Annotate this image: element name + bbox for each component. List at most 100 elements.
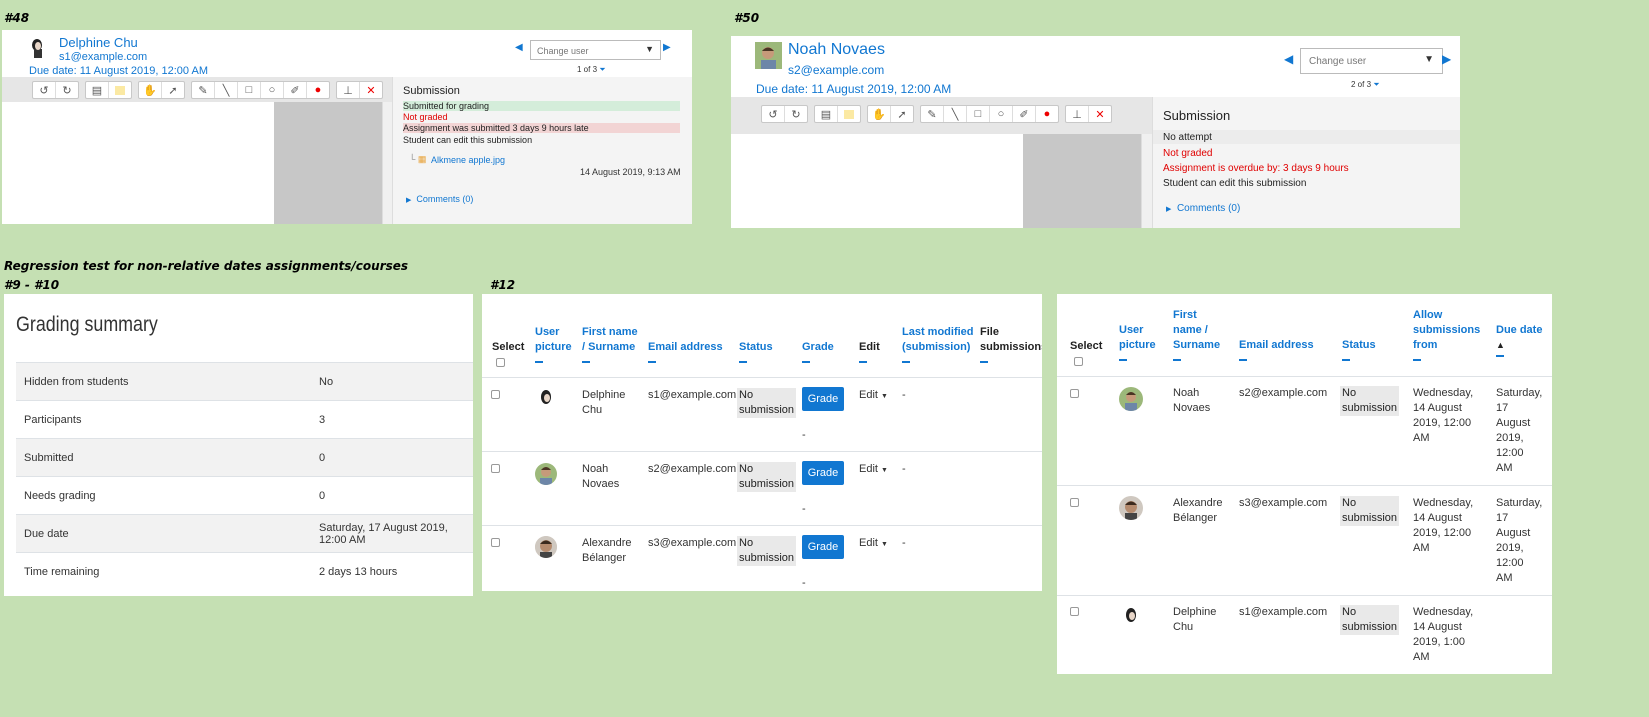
row-checkbox[interactable] <box>491 464 500 473</box>
header-grade[interactable]: Grade <box>802 340 834 363</box>
rectangle-icon[interactable]: □ <box>238 82 261 98</box>
user-name-link[interactable]: Noah Novaes <box>788 41 885 59</box>
row-checkbox[interactable] <box>1070 389 1079 398</box>
status-badge: No submission <box>737 536 797 566</box>
row-checkbox[interactable] <box>491 390 500 399</box>
email-cell: s3@example.com <box>1239 497 1328 509</box>
delete-icon[interactable]: ✕ <box>360 82 382 98</box>
comments-toggle[interactable]: ▶ Comments (0) <box>406 194 473 204</box>
select-all-checkbox[interactable] <box>496 358 505 367</box>
stamp-icon[interactable]: ⊥ <box>337 82 360 98</box>
header-email[interactable]: Email address <box>648 340 723 363</box>
comment-icon[interactable]: ▤ <box>86 82 109 98</box>
line-icon[interactable]: ╲ <box>215 82 238 98</box>
brush-icon[interactable]: ✐ <box>1013 106 1036 122</box>
collapse-icon[interactable] <box>902 361 910 363</box>
color-icon[interactable]: ● <box>1036 106 1058 122</box>
highlight-icon[interactable] <box>109 82 131 98</box>
student-name-link[interactable]: Noah Novaes <box>1173 386 1210 416</box>
redo-icon[interactable]: ↻ <box>785 106 807 122</box>
chevron-left-icon[interactable]: ◀ <box>515 42 523 53</box>
pen-icon[interactable]: ✎ <box>192 82 215 98</box>
header-email[interactable]: Email address <box>1239 338 1314 361</box>
header-user-picture[interactable]: User picture <box>1119 323 1156 361</box>
delete-icon[interactable]: ✕ <box>1089 106 1111 122</box>
grade-button[interactable]: Grade <box>802 387 844 411</box>
student-name-link[interactable]: Delphine Chu <box>582 388 625 418</box>
brush-icon[interactable]: ✐ <box>284 82 307 98</box>
row-checkbox[interactable] <box>491 538 500 547</box>
collapse-icon[interactable] <box>1496 355 1504 357</box>
chevron-right-icon[interactable]: ▶ <box>1442 52 1451 66</box>
header-label: First <box>1173 309 1197 321</box>
collapse-icon[interactable] <box>582 361 590 363</box>
collapse-icon[interactable] <box>739 361 747 363</box>
student-name-link[interactable]: Noah Novaes <box>582 462 619 492</box>
collapse-icon[interactable] <box>980 361 988 363</box>
grade-button[interactable]: Grade <box>802 461 844 485</box>
header-last-modified[interactable]: Last modified (submission) <box>902 325 974 363</box>
rectangle-icon[interactable]: □ <box>967 106 990 122</box>
header-name[interactable]: First name / Surname <box>582 325 638 363</box>
first-name: Alexandre <box>1173 497 1223 509</box>
header-due-date[interactable]: Due date ▲ <box>1496 323 1542 357</box>
grade-button[interactable]: Grade <box>802 535 844 559</box>
filter-icon[interactable]: ⏷ <box>1373 80 1379 89</box>
student-name-link[interactable]: Delphine Chu <box>1173 605 1216 635</box>
undo-icon[interactable]: ↺ <box>762 106 785 122</box>
chevron-right-icon[interactable]: ▶ <box>663 42 671 53</box>
collapse-icon[interactable] <box>648 361 656 363</box>
student-name-link[interactable]: Alexandre Bélanger <box>582 536 632 566</box>
header-status[interactable]: Status <box>1342 338 1376 361</box>
filter-icon[interactable]: ⏷ <box>599 65 605 74</box>
chevron-left-icon[interactable]: ◀ <box>1284 52 1293 66</box>
collapse-icon[interactable] <box>1239 359 1247 361</box>
change-user-select[interactable]: Change user ▼ <box>530 40 661 60</box>
comment-icon[interactable]: ▤ <box>815 106 838 122</box>
allow-from-cell: Wednesday, 14 August 2019, 12:00 AM <box>1413 496 1473 556</box>
line-icon[interactable]: ╲ <box>944 106 967 122</box>
change-user-select[interactable]: Change user ▼ <box>1300 48 1443 74</box>
pen-icon[interactable]: ✎ <box>921 106 944 122</box>
highlight-icon[interactable] <box>838 106 860 122</box>
user-name-link[interactable]: Delphine Chu <box>59 35 138 50</box>
student-name-link[interactable]: Alexandre Bélanger <box>1173 496 1223 526</box>
header-user-picture[interactable]: User picture <box>535 325 572 363</box>
file-link[interactable]: Alkmene apple.jpg <box>431 155 505 165</box>
redo-icon[interactable]: ↻ <box>56 82 78 98</box>
collapse-icon[interactable] <box>535 361 543 363</box>
caret-down-icon: ▼ <box>645 44 654 54</box>
collapse-icon[interactable] <box>1119 359 1127 361</box>
select-icon[interactable]: ➚ <box>162 82 184 98</box>
collapse-icon[interactable] <box>859 361 867 363</box>
header-name[interactable]: First name / Surname <box>1173 308 1220 361</box>
collapse-icon[interactable] <box>1413 359 1421 361</box>
oval-icon[interactable]: ○ <box>261 82 284 98</box>
select-all-checkbox[interactable] <box>1074 357 1083 366</box>
row-checkbox[interactable] <box>1070 607 1079 616</box>
edit-menu[interactable]: Edit ▼ <box>859 536 888 552</box>
change-user-label: Change user <box>1309 56 1367 67</box>
collapse-icon[interactable] <box>1342 359 1350 361</box>
comments-toggle[interactable]: ▶ Comments (0) <box>1166 203 1240 214</box>
select-icon[interactable]: ➚ <box>891 106 913 122</box>
collapse-icon[interactable] <box>802 361 810 363</box>
pan-icon[interactable]: ✋ <box>139 82 162 98</box>
header-allow-from[interactable]: Allow submissions from <box>1413 308 1480 361</box>
oval-icon[interactable]: ○ <box>990 106 1013 122</box>
stamp-icon[interactable]: ⊥ <box>1066 106 1089 122</box>
summary-row: Participants 3 <box>16 400 473 438</box>
undo-icon[interactable]: ↺ <box>33 82 56 98</box>
submission-title: Submission <box>403 85 460 97</box>
email-cell: s1@example.com <box>648 389 737 401</box>
sort-asc-icon[interactable]: ▲ <box>1496 340 1505 350</box>
collapse-icon[interactable] <box>1173 359 1181 361</box>
row-checkbox[interactable] <box>1070 498 1079 507</box>
scrollbar[interactable] <box>1141 134 1152 228</box>
label-48: #48 <box>4 11 30 25</box>
edit-menu[interactable]: Edit ▼ <box>859 388 888 404</box>
pan-icon[interactable]: ✋ <box>868 106 891 122</box>
edit-menu[interactable]: Edit ▼ <box>859 462 888 478</box>
header-status[interactable]: Status <box>739 340 773 363</box>
color-icon[interactable]: ● <box>307 82 329 98</box>
